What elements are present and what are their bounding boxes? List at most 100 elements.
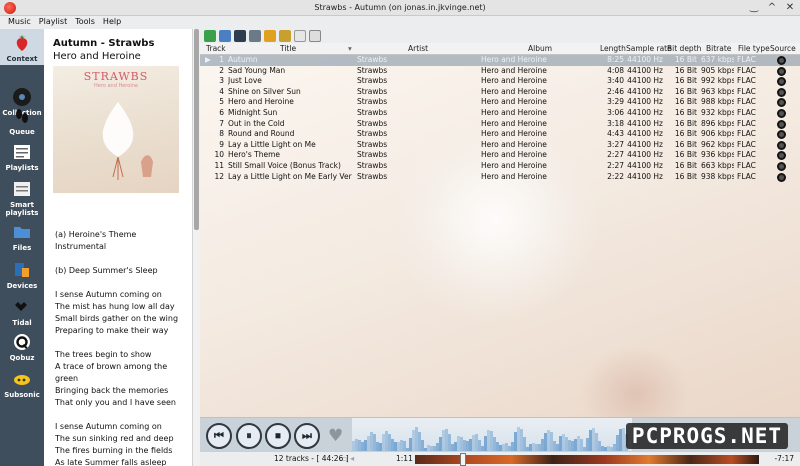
sidebar: Context Collection Queue Playlists Smart… [0,29,44,466]
table-row[interactable]: 8 Round and Round Strawbs Hero and Heroine 4… [200,129,800,140]
cell-title: Autumn [228,55,258,64]
edit-icon[interactable] [249,30,261,42]
cell-track: 8 [219,129,224,139]
cell-sample-rate: 44100 Hz [627,65,663,75]
pause-button[interactable]: ⏸ [236,423,262,449]
cell-title: Lay a Little Light on Me Early Ver (B… [228,171,352,181]
table-row[interactable]: 6 Midnight Sun Strawbs Hero and Heroine 3:06… [200,108,800,119]
album-cover: STRAWBS Hero and Heroine [53,66,179,193]
cell-title: Lay a Little Light on Me [228,139,316,149]
table-row[interactable]: 3 Just Love Strawbs Hero and Heroine 3:40 441… [200,76,800,87]
add-icon[interactable] [204,30,216,42]
cell-file-type: FLAC [737,97,756,107]
redo-icon[interactable] [279,30,291,42]
spectrum-analyzer[interactable] [352,418,632,452]
context-panel: Autumn - Strawbs Hero and Heroine STRAWB… [44,29,193,466]
cell-title: Sad Young Man [228,65,286,75]
column-file-type[interactable]: File type [738,44,770,53]
save-playlist-icon[interactable] [234,30,246,42]
previous-button[interactable]: ⏮ [206,423,232,449]
dove-illustration [102,102,153,180]
table-row[interactable]: 4 Shine on Silver Sun Strawbs Hero and Hero… [200,87,800,98]
column-bitrate[interactable]: Bitrate [706,44,731,53]
stop-button[interactable]: ⏹ [265,423,291,449]
cell-bit-depth: 16 Bit [674,171,697,181]
table-row[interactable]: ▶ 1 Autumn Strawbs Hero and Heroine 8:25 44100… [200,55,800,66]
track-count: 12 tracks - [ 44:26 ] [274,454,349,463]
folder-icon [14,227,30,238]
sidebar-item-qobuz[interactable]: Qobuz [0,332,44,362]
cell-bitrate: 992 kbps [701,76,734,86]
cell-title: Shine on Silver Sun [228,86,301,96]
table-row[interactable]: 12 Lay a Little Light on Me Early Ver (B…… [200,172,800,183]
table-row[interactable]: 10 Hero's Theme Strawbs Hero and Heroine 2:2… [200,150,800,161]
table-row[interactable]: 7 Out in the Cold Strawbs Hero and Heroine 3… [200,119,800,130]
menu-playlist[interactable]: Playlist [39,16,67,29]
menu-help[interactable]: Help [103,16,121,29]
sidebar-item-context[interactable]: Context [0,29,44,65]
cell-sample-rate: 44100 Hz [627,55,663,64]
cell-album: Hero and Heroine [481,55,547,64]
sidebar-item-playlists[interactable]: Playlists [0,142,44,172]
status-bar: ▭ ◂ 12 tracks - [ 44:26 ] 1:11 -7:17 [200,451,800,466]
cell-sample-rate: 44100 Hz [627,129,663,139]
dynamic-mode-icon[interactable] [309,30,321,42]
cell-album: Hero and Heroine [481,129,547,139]
menu-music[interactable]: Music [8,16,31,29]
sidebar-item-files[interactable]: Files [0,222,44,252]
load-playlist-icon[interactable] [219,30,231,42]
cell-length: 4:43 [607,129,624,139]
cell-file-type: FLAC [737,129,756,139]
column-album[interactable]: Album [528,44,552,53]
cell-album: Hero and Heroine [481,65,547,75]
vinyl-icon [13,88,31,106]
seek-bar[interactable] [415,453,759,466]
sidebar-item-smart-playlists[interactable]: Smart playlists [0,179,44,217]
sidebar-item-tidal[interactable]: Tidal [0,297,44,327]
column-bit-depth[interactable]: Bit depth [667,44,701,53]
qobuz-icon [14,334,30,350]
sidebar-item-devices[interactable]: Devices [0,260,44,290]
watermark: PCPROGS.NET [625,423,788,449]
cell-sample-rate: 44100 Hz [627,108,663,117]
next-button[interactable]: ⏭ [294,423,320,449]
cell-album: Hero and Heroine [481,76,547,86]
playlist-table[interactable]: ▶ 1 Autumn Strawbs Hero and Heroine 8:25 44100… [200,55,800,417]
playlist-area: Track Title ▾ Artist Album Length Sample… [200,29,800,466]
table-row[interactable]: 11 Still Small Voice (Bonus Track) Strawbs… [200,161,800,172]
cell-bit-depth: 16 Bit [674,118,697,128]
scrollbar-thumb[interactable] [194,29,199,230]
collection-source-icon [777,66,786,76]
collection-source-icon [777,130,786,140]
seek-handle[interactable] [460,453,467,466]
table-row[interactable]: 2 Sad Young Man Strawbs Hero and Heroine 4:0… [200,66,800,77]
column-length[interactable]: Length [600,44,626,53]
minimize-icon[interactable]: ‿ [748,2,760,14]
table-row[interactable]: 5 Hero and Heroine Strawbs Hero and Heroine… [200,97,800,108]
sidebar-item-subsonic[interactable]: Subsonic [0,369,44,399]
table-row[interactable]: 9 Lay a Little Light on Me Strawbs Hero and… [200,140,800,151]
menu-tools[interactable]: Tools [75,16,95,29]
clear-icon[interactable] [294,30,306,42]
column-sample-rate[interactable]: Sample rate [626,44,672,53]
column-artist[interactable]: Artist [408,44,428,53]
love-heart-icon[interactable]: ♥ [328,426,343,446]
cell-file-type: FLAC [737,55,756,64]
column-source[interactable]: Source [770,44,796,53]
cell-file-type: FLAC [737,171,756,181]
cell-track: 2 [219,65,224,75]
column-track[interactable]: Track [206,44,226,53]
cell-title: Hero and Heroine [228,97,294,107]
column-title[interactable]: Title [280,44,296,53]
menu-bar: Music Playlist Tools Help [0,16,800,29]
context-scrollbar[interactable] [192,29,200,466]
cell-track: 9 [219,139,224,149]
cell-album: Hero and Heroine [481,139,547,149]
undo-icon[interactable] [264,30,276,42]
cell-sample-rate: 44100 Hz [627,86,663,96]
maximize-icon[interactable]: ^ [766,2,778,14]
cell-sample-rate: 44100 Hz [627,171,663,181]
cell-file-type: FLAC [737,108,756,117]
sidebar-item-queue[interactable]: Queue [0,106,44,136]
close-icon[interactable]: ✕ [784,2,796,14]
